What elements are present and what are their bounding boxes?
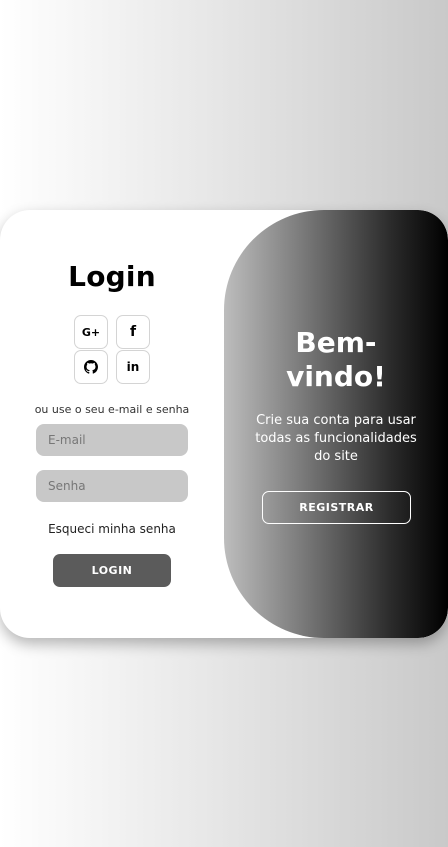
welcome-title-text: Bem-vindo! [286,326,386,393]
register-panel: Bem-vindo! Crie sua conta para usar toda… [224,210,448,638]
login-hint: ou use o seu e-mail e senha [34,403,190,416]
github-button[interactable] [74,350,108,384]
welcome-title: Bem-vindo! [224,326,448,394]
password-field[interactable] [36,470,188,502]
forgot-password-link[interactable]: Esqueci minha senha [0,522,224,536]
email-field[interactable] [36,424,188,456]
google-plus-icon: G+ [81,325,101,339]
auth-card: Login G+ f in ou use o seu e-mail e senh… [0,210,448,638]
welcome-description: Crie sua conta para usar todas as funcio… [255,413,417,464]
register-button[interactable]: REGISTRAR [262,491,411,524]
facebook-button[interactable]: f [116,315,150,349]
login-button[interactable]: LOGIN [53,554,171,587]
login-title: Login [68,260,156,293]
google-plus-button[interactable]: G+ [74,315,108,349]
linkedin-button[interactable]: in [116,350,150,384]
facebook-icon: f [129,324,137,340]
github-icon [84,360,98,374]
linkedin-icon: in [126,360,140,374]
